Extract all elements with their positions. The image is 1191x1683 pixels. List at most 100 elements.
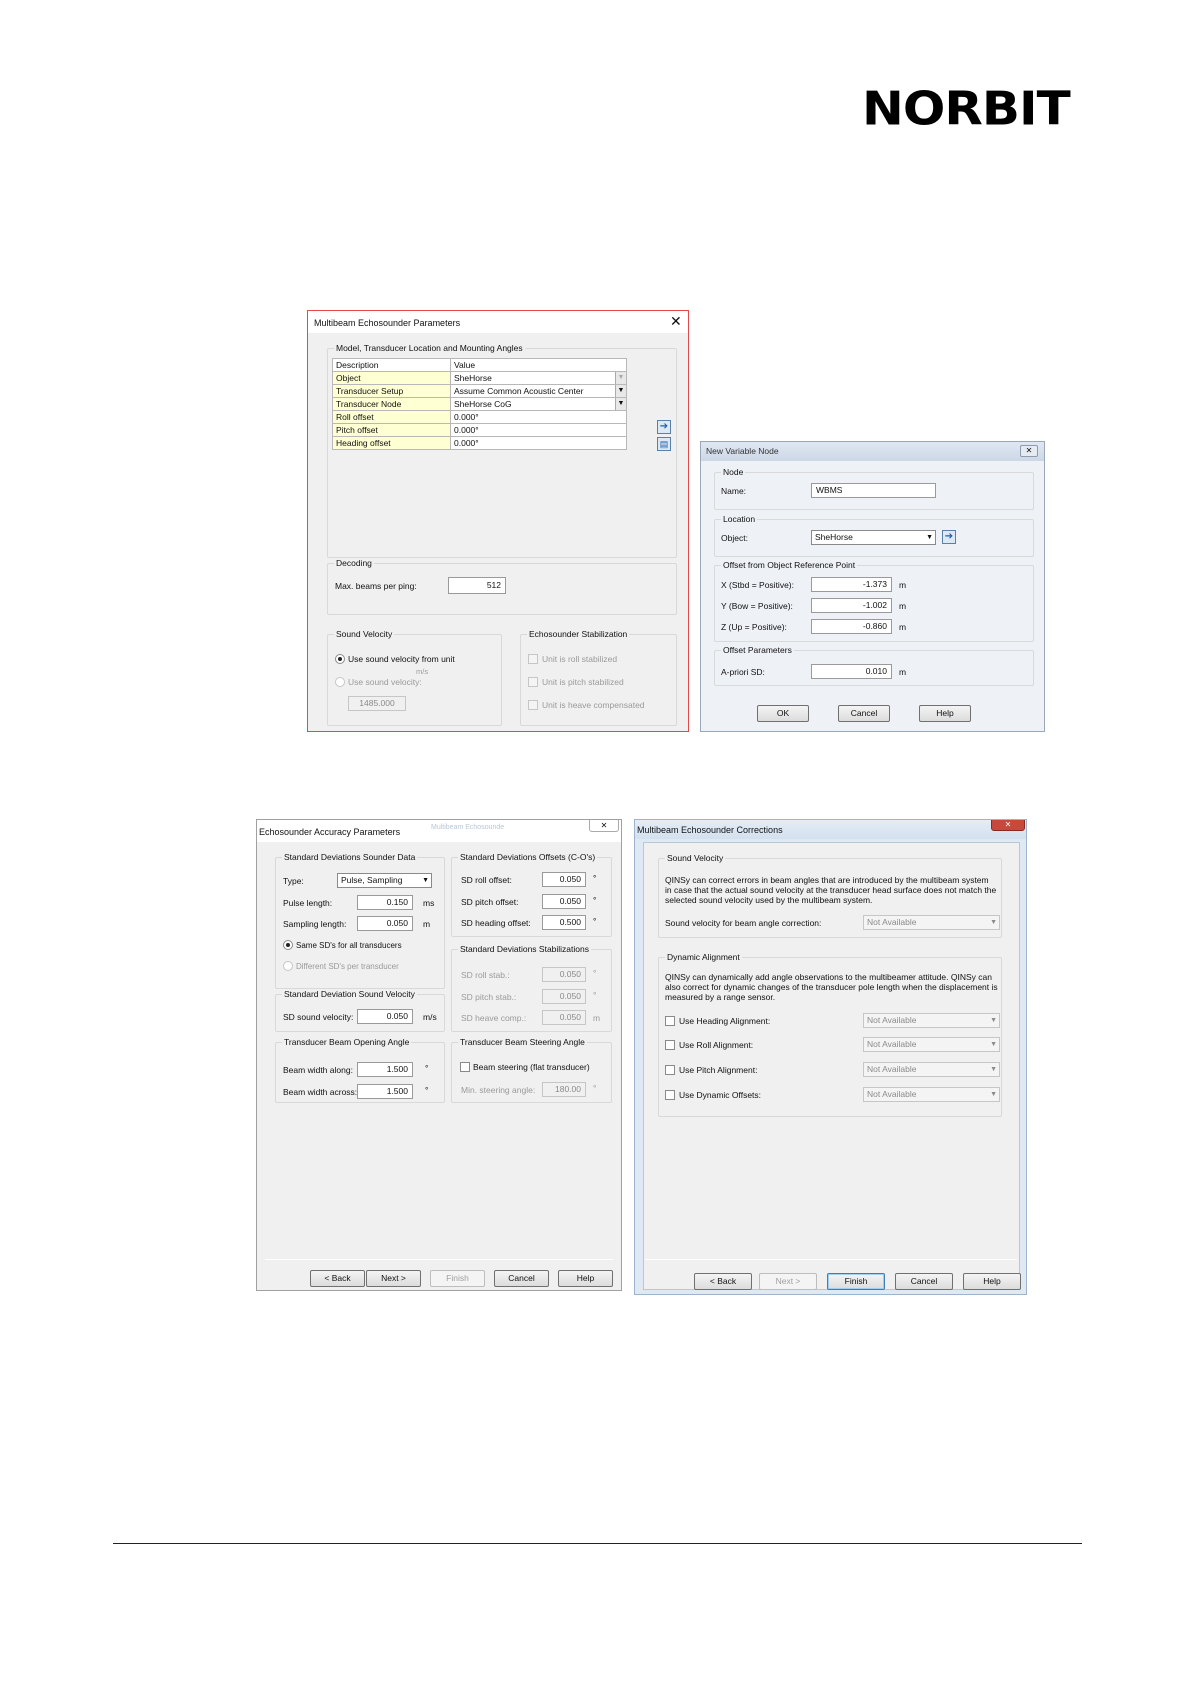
close-icon[interactable]: ✕ [1020, 445, 1038, 457]
dyn-description: QINSy can dynamically add angle observat… [665, 972, 998, 1002]
sv-beam-select[interactable]: Not Available ▼ [863, 915, 1000, 930]
sd-heave-input[interactable]: 0.050 [542, 1010, 586, 1025]
object-cell[interactable]: SheHorse ▼ [450, 371, 627, 385]
name-input[interactable]: WBMS [811, 483, 936, 498]
accuracy-parameters-dialog: Echosounder Accuracy Parameters Multibea… [256, 819, 622, 1291]
sampling-unit: m [423, 919, 431, 929]
sd-heading-input[interactable]: 0.500 [542, 915, 586, 930]
z-input[interactable]: -0.860 [811, 619, 892, 634]
back-button[interactable]: < Back [694, 1273, 752, 1290]
use-sv-unit-radio[interactable] [335, 654, 345, 664]
finish-button[interactable]: Finish [827, 1273, 885, 1290]
grid-row[interactable]: Roll offset 0.000° [332, 410, 627, 424]
cancel-button[interactable]: Cancel [895, 1273, 953, 1290]
roll-alignment-select[interactable]: Not Available ▼ [863, 1037, 1000, 1052]
close-icon[interactable]: ✕ [589, 820, 619, 832]
grid-row[interactable]: Transducer Node SheHorse CoG ▼ [332, 397, 627, 411]
chevron-down-icon[interactable]: ▼ [615, 398, 626, 410]
x-input[interactable]: -1.373 [811, 577, 892, 592]
grid-value[interactable]: 0.000° [450, 410, 627, 424]
heading-alignment-select[interactable]: Not Available ▼ [863, 1013, 1000, 1028]
max-beams-input[interactable]: 512 [448, 577, 506, 594]
min-steering-input[interactable]: 180.00 [542, 1082, 586, 1097]
pitch-alignment-select[interactable]: Not Available ▼ [863, 1062, 1000, 1077]
sv-beam-label: Sound velocity for beam angle correction… [665, 918, 822, 928]
pitch-stabilized-checkbox[interactable] [528, 677, 538, 687]
same-sd-radio[interactable] [283, 940, 293, 950]
y-input[interactable]: -1.002 [811, 598, 892, 613]
beam-steering-checkbox[interactable] [460, 1062, 470, 1072]
grid-value: SheHorse CoG [454, 399, 512, 409]
pitch-alignment-label: Use Pitch Alignment: [679, 1065, 758, 1075]
sampling-input[interactable]: 0.050 [357, 916, 413, 931]
transducer-setup-cell[interactable]: Assume Common Acoustic Center ▼ [450, 384, 627, 398]
sd-sv-unit: m/s [423, 1012, 437, 1022]
grid-row[interactable]: Object SheHorse ▼ [332, 371, 627, 385]
grid-row[interactable]: Heading offset 0.000° [332, 436, 627, 450]
help-button[interactable]: Help [963, 1273, 1021, 1290]
heave-compensated-checkbox[interactable] [528, 700, 538, 710]
degree-unit: ° [593, 968, 597, 978]
properties-grid[interactable]: Description Value Object SheHorse ▼ Transdu… [332, 358, 627, 450]
sd-pitch-stab-input[interactable]: 0.050 [542, 989, 586, 1004]
sampling-label: Sampling length: [283, 919, 347, 929]
group-title: Location [721, 514, 758, 525]
dynamic-offsets-checkbox[interactable] [665, 1090, 675, 1100]
group-title: Sound Velocity [334, 629, 395, 640]
sd-pitch-input[interactable]: 0.050 [542, 894, 586, 909]
close-icon[interactable]: ✕ [670, 314, 682, 328]
grid-row[interactable]: Transducer Setup Assume Common Acoustic C… [332, 384, 627, 398]
finish-button[interactable]: Finish [430, 1270, 485, 1287]
object-select[interactable]: SheHorse ▼ [811, 530, 936, 545]
name-label: Name: [721, 486, 747, 496]
roll-alignment-checkbox[interactable] [665, 1040, 675, 1050]
diff-sd-radio[interactable] [283, 961, 293, 971]
roll-stabilized-label: Unit is roll stabilized [542, 654, 618, 664]
button-divider [645, 1259, 1017, 1260]
ok-button[interactable]: OK [757, 705, 809, 722]
grid-value[interactable]: 0.000° [450, 423, 627, 437]
close-icon[interactable]: ✕ [991, 820, 1025, 831]
type-select[interactable]: Pulse, Sampling ▼ [337, 873, 432, 888]
pulse-input[interactable]: 0.150 [357, 895, 413, 910]
cancel-button[interactable]: Cancel [494, 1270, 549, 1287]
pitch-alignment-checkbox[interactable] [665, 1065, 675, 1075]
chevron-down-icon[interactable]: ▼ [615, 385, 626, 397]
help-button[interactable]: Help [558, 1270, 613, 1287]
edit-grid-icon[interactable]: ▤ [657, 437, 671, 451]
degree-unit: ° [593, 895, 597, 905]
add-object-icon[interactable]: ➔ [942, 530, 956, 544]
group-title: Standard Deviations Sounder Data [282, 852, 418, 863]
transducer-node-cell[interactable]: SheHorse CoG ▼ [450, 397, 627, 411]
grid-value[interactable]: 0.000° [450, 436, 627, 450]
roll-stabilized-checkbox[interactable] [528, 654, 538, 664]
heading-alignment-checkbox[interactable] [665, 1016, 675, 1026]
back-button[interactable]: < Back [310, 1270, 365, 1287]
sd-roll-input[interactable]: 0.050 [542, 872, 586, 887]
group-title: Transducer Beam Opening Angle [282, 1037, 412, 1048]
norbit-logo: NORBIT [862, 82, 1071, 136]
add-node-icon[interactable]: ➔ [657, 420, 671, 434]
group-title: Standard Deviations Stabilizations [458, 944, 591, 955]
dynamic-offsets-select[interactable]: Not Available ▼ [863, 1087, 1000, 1102]
next-button[interactable]: Next > [759, 1273, 817, 1290]
dynamic-offsets-label: Use Dynamic Offsets: [679, 1090, 762, 1100]
sd-roll-stab-input[interactable]: 0.050 [542, 967, 586, 982]
select-value: Not Available [867, 1089, 917, 1099]
help-button[interactable]: Help [919, 705, 971, 722]
select-value: Not Available [867, 1015, 917, 1025]
next-button[interactable]: Next > [366, 1270, 421, 1287]
sd-heading-label: SD heading offset: [461, 918, 531, 928]
sd-sv-input[interactable]: 0.050 [357, 1009, 413, 1024]
grid-key: Transducer Node [332, 397, 451, 411]
grid-value: Assume Common Acoustic Center [454, 386, 584, 396]
bw-along-input[interactable]: 1.500 [357, 1062, 413, 1077]
bw-across-input[interactable]: 1.500 [357, 1084, 413, 1099]
chevron-down-icon[interactable]: ▼ [615, 372, 626, 384]
cancel-button[interactable]: Cancel [838, 705, 890, 722]
sv-value-input[interactable]: 1485.000 [348, 696, 406, 711]
apriori-input[interactable]: 0.010 [811, 664, 892, 679]
grid-row[interactable]: Pitch offset 0.000° [332, 423, 627, 437]
chevron-down-icon: ▼ [990, 1017, 997, 1024]
use-sv-radio[interactable] [335, 677, 345, 687]
